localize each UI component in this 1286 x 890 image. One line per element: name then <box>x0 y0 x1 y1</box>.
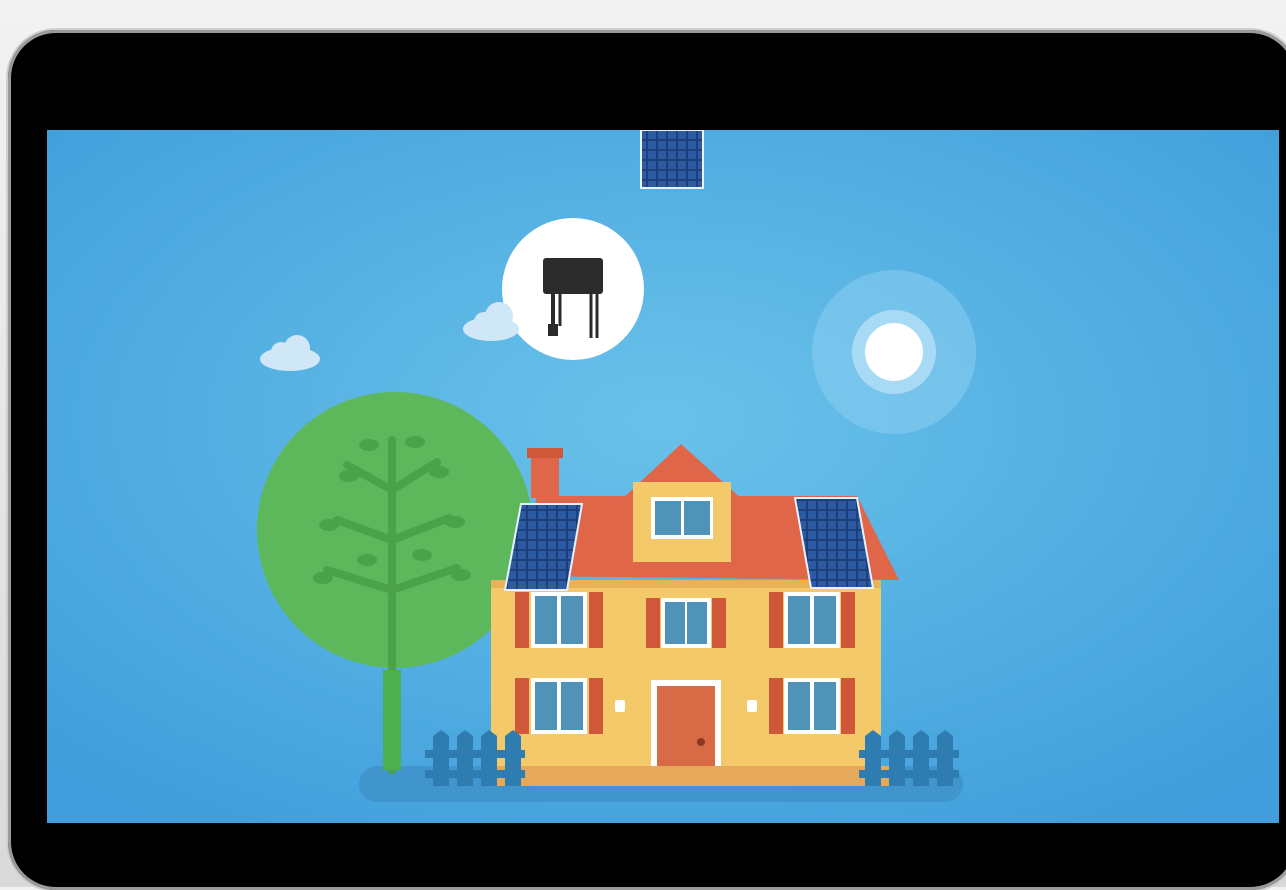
window <box>515 678 603 734</box>
tablet-frame <box>8 30 1286 890</box>
window <box>769 592 855 648</box>
video-screen[interactable] <box>47 130 1279 823</box>
sun-icon <box>812 270 976 434</box>
illustration <box>47 130 1279 823</box>
solar-panel-icon <box>640 130 704 189</box>
microinverter-icon <box>502 218 644 360</box>
window <box>515 592 603 648</box>
window <box>646 598 726 648</box>
window <box>769 678 855 734</box>
